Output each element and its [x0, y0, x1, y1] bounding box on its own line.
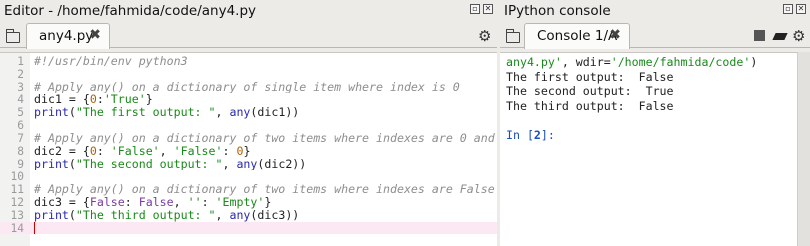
code-text: #!/usr/bin/env python3: [34, 55, 188, 68]
gear-icon[interactable]: ⚙: [478, 29, 491, 44]
line-number: 9: [17, 157, 24, 171]
console-output[interactable]: any4.py', wdir='/home/fahmida/code') The …: [500, 52, 797, 246]
code-lines: 1 #!/usr/bin/env python3 2 3 # Apply any() o…: [0, 55, 497, 235]
code-text: # Apply any() on a dictionary of two ite…: [34, 131, 495, 145]
line-number: 2: [17, 67, 24, 81]
console-tabbar: Console 1/A ✖ ⚙: [500, 22, 810, 49]
code-text: # Apply any() on a dictionary of two ite…: [34, 183, 497, 196]
tab-any4-py[interactable]: any4.py ✖: [26, 23, 110, 49]
line-number: 5: [17, 106, 24, 120]
code-line[interactable]: 6: [0, 119, 497, 132]
code-text: dic2 = {0: 'False', 'False': 0}: [34, 144, 251, 158]
console-scrollbar[interactable]: [797, 52, 810, 246]
line-number: 1: [17, 55, 24, 68]
line-number: 13: [10, 208, 24, 222]
line-number: 6: [17, 119, 24, 132]
code-line[interactable]: 2: [0, 68, 497, 81]
tab-label: Console 1/A: [537, 28, 618, 44]
console-line: The third output: False: [506, 98, 674, 113]
editor-pane: Editor - /home/fahmida/code/any4.py ▫ ✕ …: [0, 0, 497, 246]
code-text: # Apply any() on a dictionary of single …: [34, 80, 460, 94]
console-line: The second output: True: [506, 84, 674, 99]
code-line[interactable]: 1 #!/usr/bin/env python3: [0, 55, 497, 68]
console-title: IPython console: [504, 3, 611, 19]
undock-icon[interactable]: ▫: [783, 4, 793, 14]
close-pane-icon[interactable]: ✕: [796, 4, 806, 14]
close-pane-icon[interactable]: ✕: [483, 4, 493, 14]
line-number: 14: [10, 221, 24, 235]
close-tab-icon[interactable]: ✖: [609, 27, 621, 43]
code-text: dic1 = {0:'True'}: [34, 93, 153, 107]
editor-tabbar: any4.py ✖ ⚙: [0, 22, 497, 49]
code-text: print("The third output: ", any(dic3)): [34, 208, 300, 222]
line-number: 11: [10, 183, 24, 196]
code-line[interactable]: 7 # Apply any() on a dictionary of two it…: [0, 132, 497, 145]
editor-pane-controls: ▫ ✕: [470, 4, 493, 14]
code-text: print("The first output: ", any(dic1)): [34, 106, 300, 120]
code-line[interactable]: 9 print("The second output: ", any(dic2)): [0, 158, 497, 171]
tab-console-1a[interactable]: Console 1/A ✖: [524, 23, 630, 49]
code-line[interactable]: 8 dic2 = {0: 'False', 'False': 0}: [0, 145, 497, 158]
stop-icon[interactable]: [754, 30, 765, 41]
line-number: 12: [10, 195, 24, 209]
tab-label: any4.py: [39, 28, 94, 44]
console-pane: IPython console ▫ ✕ Console 1/A ✖ ⚙ any4…: [500, 0, 810, 246]
line-number: 10: [10, 170, 24, 184]
console-line: The first output: False: [506, 69, 674, 84]
folder-icon[interactable]: [5, 29, 20, 43]
code-line[interactable]: 3 # Apply any() on a dictionary of single…: [0, 81, 497, 94]
console-line: any4.py', wdir='/home/fahmida/code'): [506, 55, 758, 69]
folder-icon[interactable]: [505, 29, 520, 43]
code-line[interactable]: 5 print("The first output: ", any(dic1)): [0, 106, 497, 119]
gear-icon[interactable]: ⚙: [792, 29, 805, 44]
line-number: 8: [17, 144, 24, 158]
line-number: 4: [17, 93, 24, 107]
code-line[interactable]: 10: [0, 170, 497, 183]
code-line[interactable]: 4 dic1 = {0:'True'}: [0, 93, 497, 106]
code-text: dic3 = {False: False, '': 'Empty'}: [34, 195, 272, 209]
close-tab-icon[interactable]: ✖: [89, 27, 101, 43]
code-line[interactable]: 13 print("The third output: ", any(dic3)): [0, 209, 497, 222]
code-editor[interactable]: 1 #!/usr/bin/env python3 2 3 # Apply any() o…: [0, 52, 497, 246]
line-number: 7: [17, 131, 24, 145]
undock-icon[interactable]: ▫: [470, 4, 480, 14]
console-line: In [2]:: [506, 127, 555, 142]
code-line[interactable]: 11 # Apply any() on a dictionary of two i…: [0, 183, 497, 196]
editor-title: Editor - /home/fahmida/code/any4.py: [4, 3, 257, 19]
line-number: 3: [17, 80, 24, 94]
code-text: print("The second output: ", any(dic2)): [34, 157, 307, 171]
eraser-icon[interactable]: [772, 33, 788, 40]
console-pane-controls: ▫ ✕: [783, 4, 806, 14]
code-line[interactable]: 14: [0, 221, 497, 235]
code-line[interactable]: 12 dic3 = {False: False, '': 'Empty'}: [0, 196, 497, 209]
code-text: [34, 222, 35, 235]
